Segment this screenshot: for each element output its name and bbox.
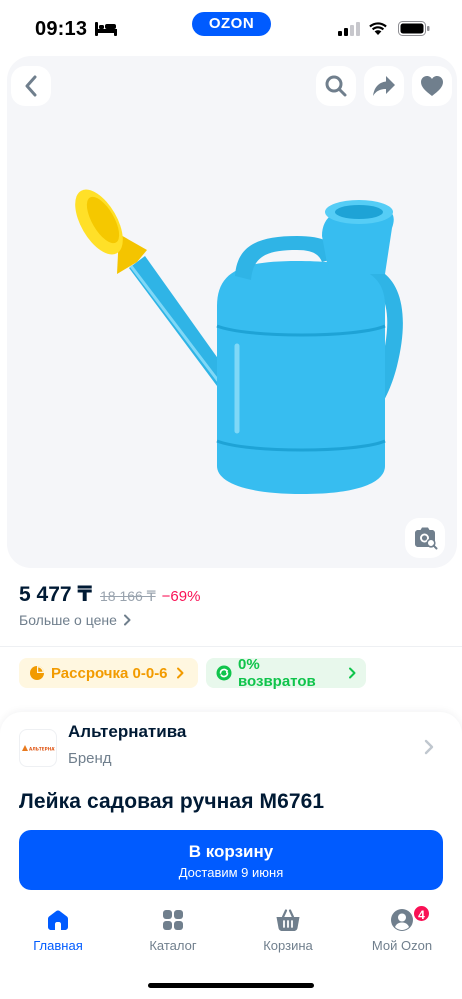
search-icon [325, 75, 347, 97]
catalog-grid-icon [163, 910, 183, 930]
wifi-icon [369, 22, 387, 35]
brand-logo-image: АЛЬТЕРНАТИВА [22, 745, 55, 752]
search-button[interactable] [316, 66, 356, 106]
discount-badge: −69% [161, 588, 201, 605]
installment-chip[interactable]: Рассрочка 0-0-6 [19, 658, 198, 688]
tab-cart-label: Корзина [263, 938, 313, 953]
brand-name[interactable]: Альтернатива [68, 722, 186, 742]
price-old: 18 166 ₸ [100, 588, 156, 604]
share-arrow-icon [373, 76, 395, 96]
chevron-right-icon [123, 614, 131, 626]
tab-cart[interactable]: Корзина [238, 908, 338, 953]
tab-catalog-label: Каталог [149, 938, 197, 953]
price-current: 5 477 ₸ [19, 583, 92, 606]
add-to-cart-label: В корзину [188, 842, 274, 861]
status-time: 09:13 [35, 18, 88, 40]
back-button[interactable] [11, 66, 51, 106]
camera-search-icon [415, 527, 438, 550]
chevron-right-icon [176, 667, 184, 679]
app-badge: OZON [192, 12, 271, 36]
returns-chip[interactable]: 0% возвратов [206, 656, 366, 690]
profile-icon [391, 909, 413, 931]
delivery-date: Доставим 9 июня [178, 865, 284, 880]
add-to-cart-button[interactable]: В корзину Доставим 9 июня [19, 830, 443, 890]
tab-home[interactable]: Главная [8, 908, 108, 953]
returns-label: 0% возвратов [238, 656, 316, 690]
refresh-circle-icon [216, 665, 232, 681]
heart-icon [421, 76, 443, 96]
status-bar: 09:13 OZON [0, 0, 462, 56]
price-row: 5 477 ₸ 18 166 ₸ −69% [19, 582, 200, 608]
sleep-focus-icon [95, 22, 117, 36]
brand-logo[interactable]: АЛЬТЕРНАТИВА [19, 729, 57, 767]
cellular-signal-icon [338, 22, 360, 36]
svg-text:АЛЬТЕРНАТИВА: АЛЬТЕРНАТИВА [29, 747, 55, 752]
favorite-button[interactable] [412, 66, 452, 106]
installment-label: Рассрочка 0-0-6 [51, 664, 168, 682]
home-icon [48, 910, 68, 930]
tab-profile-label: Мой Ozon [371, 938, 433, 953]
product-title: Лейка садовая ручная М6761 [19, 790, 325, 813]
chevron-right-icon[interactable] [424, 739, 434, 755]
battery-icon [398, 21, 430, 36]
divider [0, 646, 462, 647]
more-price-link[interactable]: Больше о цене [19, 612, 131, 628]
more-price-label: Больше о цене [19, 612, 117, 628]
tab-profile[interactable]: 4 Мой Ozon [352, 904, 452, 953]
watering-can-image[interactable] [67, 176, 407, 506]
basket-icon [276, 909, 300, 931]
home-indicator[interactable] [148, 983, 314, 988]
visual-search-button[interactable] [405, 518, 445, 558]
product-gallery[interactable] [7, 56, 457, 568]
share-button[interactable] [364, 66, 404, 106]
chevron-left-icon [25, 75, 37, 97]
installment-pie-icon [30, 666, 44, 680]
chevron-right-icon [349, 667, 356, 679]
brand-subtitle: Бренд [68, 750, 112, 767]
profile-badge: 4 [412, 904, 431, 923]
tab-home-label: Главная [33, 938, 83, 953]
tab-catalog[interactable]: Каталог [123, 908, 223, 953]
